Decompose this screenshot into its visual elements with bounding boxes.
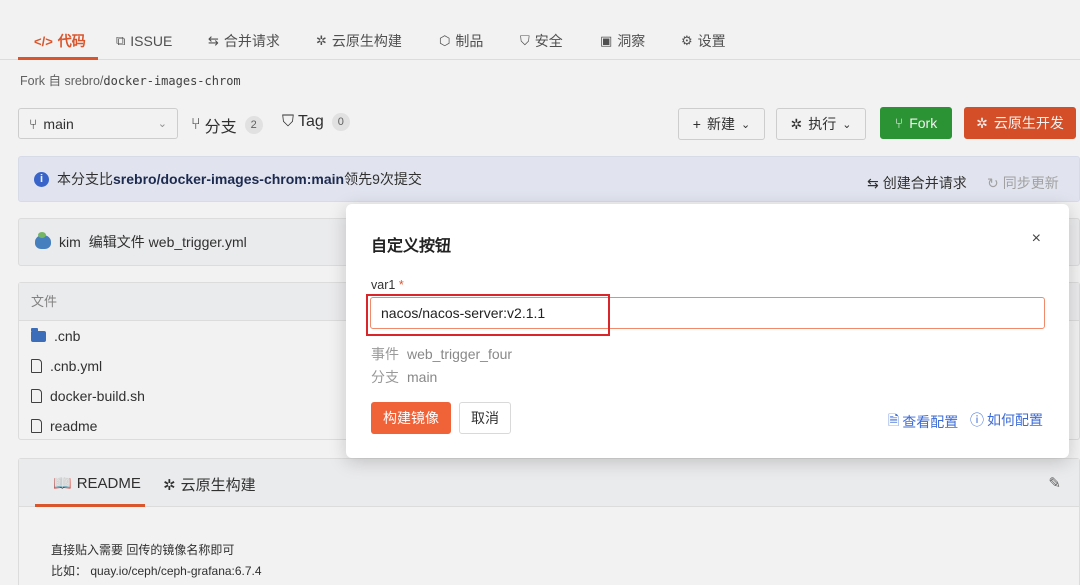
how-config-link[interactable]: ⓘ 如何配置	[970, 410, 1043, 430]
file-search-icon: 🗎	[888, 412, 900, 428]
help-icon: ⓘ	[970, 412, 984, 428]
var1-label: var1 *	[371, 278, 404, 292]
event-label: 事件	[371, 346, 399, 362]
cancel-button[interactable]: 取消	[459, 402, 511, 434]
custom-button-dialog: 自定义按钮 × var1 * 事件 web_trigger_four 分支 main…	[346, 204, 1069, 458]
required-mark: *	[398, 278, 404, 292]
var1-input[interactable]	[370, 297, 1045, 329]
branch-label: 分支	[371, 369, 399, 385]
event-row: 事件 web_trigger_four	[371, 344, 512, 364]
branch-row: 分支 main	[371, 367, 437, 387]
event-value: web_trigger_four	[407, 346, 513, 362]
view-config-label: 查看配置	[902, 414, 959, 430]
dialog-title: 自定义按钮	[371, 238, 452, 255]
build-image-button[interactable]: 构建镜像	[371, 402, 451, 434]
branch-value: main	[407, 369, 438, 385]
how-config-label: 如何配置	[987, 412, 1043, 428]
var1-label-text: var1	[371, 278, 396, 292]
close-icon[interactable]: ×	[1032, 230, 1041, 248]
view-config-link[interactable]: 🗎 查看配置	[888, 410, 958, 434]
